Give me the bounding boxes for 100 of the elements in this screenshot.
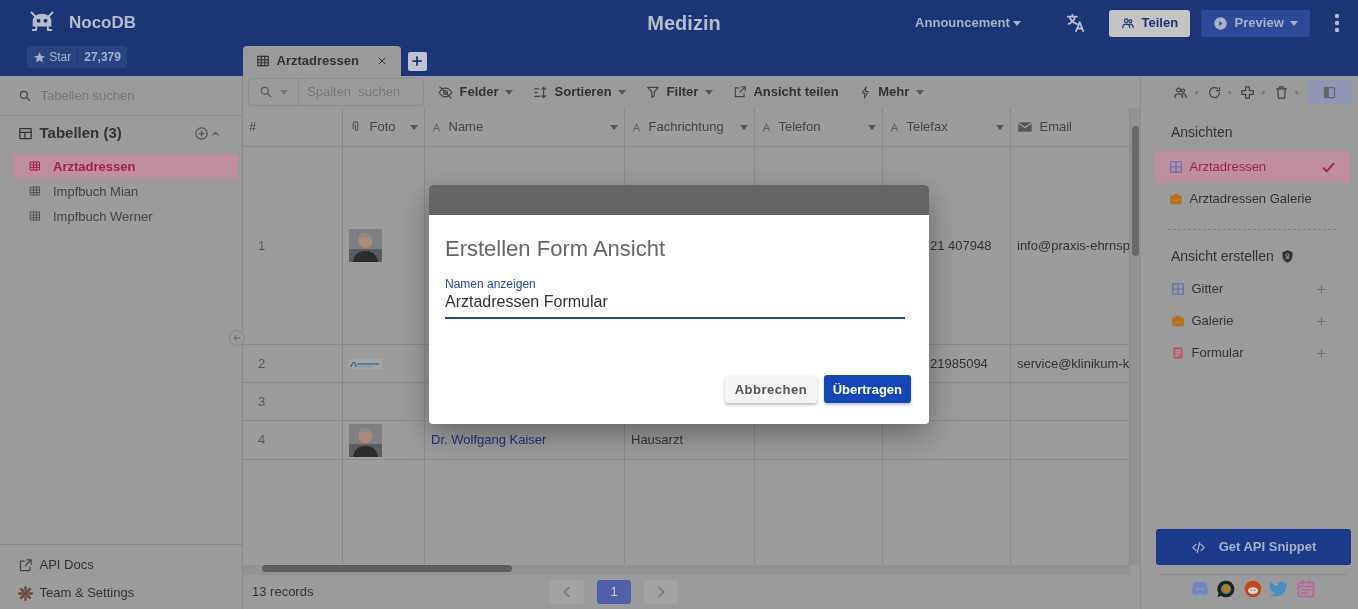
toolbar-icon-button[interactable]	[1206, 84, 1231, 100]
sidebar-link[interactable]: Team & Settings	[18, 579, 242, 607]
grid-icon	[1171, 282, 1185, 296]
grid-icon	[256, 54, 270, 68]
views-heading: Ansichten	[1170, 123, 1234, 142]
table-item[interactable]: Arztadressen	[13, 154, 238, 180]
preview-button[interactable]: Preview	[1201, 9, 1310, 37]
collapse-sidebar-button[interactable]	[229, 330, 245, 346]
close-icon	[376, 55, 388, 67]
column-header[interactable]: Fachrichtung	[631, 117, 734, 137]
scrollbar[interactable]	[1130, 108, 1140, 565]
panel-toggle-button[interactable]	[1307, 80, 1352, 104]
cancel-button[interactable]: Abbrechen	[724, 375, 818, 404]
toolbar-icon-button[interactable]	[1173, 84, 1198, 100]
refresh-icon	[1206, 84, 1222, 100]
reddit-icon	[1242, 579, 1263, 599]
scrollbar[interactable]	[243, 565, 1130, 575]
caret-icon	[279, 89, 288, 95]
plus-icon	[410, 54, 424, 68]
toolbar-button[interactable]: Mehr	[852, 82, 930, 102]
add-icon	[194, 126, 209, 141]
caret-icon	[1290, 20, 1298, 26]
grid-icon	[29, 160, 41, 173]
toolbar-button[interactable]: Ansicht teilen	[726, 82, 845, 102]
filter-icon	[646, 85, 661, 99]
text-icon	[631, 121, 642, 133]
toolbar-button[interactable]: Felder	[432, 82, 519, 102]
more-vertical-icon	[1334, 13, 1340, 33]
column-header[interactable]: Name	[431, 117, 604, 137]
table-cell-text: 21985094	[929, 354, 988, 373]
play-icon	[1213, 15, 1229, 31]
name-field[interactable]: Arztadressen Formular	[445, 293, 905, 320]
column-header[interactable]: Telefon	[761, 117, 862, 137]
table-cell-text: Dr. Wolfgang Kaiser	[431, 431, 547, 450]
table-cell-text: Hausarzt	[631, 431, 684, 450]
github-star-button[interactable]: Star 27,379	[27, 46, 127, 68]
grid-icon	[29, 185, 41, 198]
chat-bubble-icon	[1216, 579, 1236, 599]
row-number: 3	[257, 392, 266, 411]
view-item[interactable]: Arztadressen Galerie	[1155, 183, 1350, 215]
dialog-title: Erstellen Form Ansicht	[445, 235, 667, 263]
table-cell-text: service@klinikum-k	[1017, 354, 1129, 373]
table-cell-text: 21 407948	[929, 236, 992, 255]
create-view-item[interactable]: Formular	[1141, 337, 1358, 369]
create-view-item[interactable]: Galerie	[1141, 305, 1358, 337]
column-header[interactable]: Email	[1017, 117, 1123, 137]
cross-icon	[1240, 84, 1255, 100]
view-item[interactable]: Arztadressen	[1155, 151, 1350, 183]
table-icon	[18, 126, 33, 141]
toolbar-button[interactable]: Sortieren	[527, 82, 633, 102]
toolbar-icon-button[interactable]	[1273, 84, 1298, 100]
text-icon	[761, 121, 772, 133]
api-snippet-button[interactable]: Get API Snippet	[1156, 529, 1351, 565]
sidebar-link[interactable]: API Docs	[18, 551, 242, 579]
create-view-heading: Ansicht erstellen	[1171, 247, 1274, 266]
share-button[interactable]: Teilen	[1109, 9, 1191, 37]
table-cell-text: info@praxis-ehrnsp	[1017, 236, 1129, 255]
column-header[interactable]: Telefax	[889, 117, 990, 137]
toolbar-icon-button[interactable]	[1240, 84, 1265, 100]
column-header[interactable]: Foto	[349, 117, 404, 137]
people-icon	[1173, 84, 1188, 100]
bird-icon	[1269, 579, 1289, 599]
create-view-item[interactable]: Gitter	[1141, 273, 1358, 305]
grid-icon	[29, 210, 41, 223]
mail-icon	[1017, 119, 1033, 135]
page-button[interactable]: 1	[597, 580, 631, 604]
page-title: Medizin	[647, 11, 721, 36]
row-number: 2	[257, 354, 266, 373]
calendar-icon	[1295, 579, 1316, 599]
caret-icon	[1013, 20, 1021, 26]
table-item[interactable]: Impfbuch Werner	[13, 204, 238, 230]
panel-icon	[1322, 84, 1337, 100]
eye-off-icon	[438, 84, 453, 100]
submit-button[interactable]: Übertragen	[823, 375, 911, 404]
record-count: 13 records	[252, 583, 314, 602]
add-tab-button[interactable]	[407, 51, 427, 71]
translate-icon	[1065, 12, 1087, 34]
shield-icon	[1280, 249, 1296, 264]
plus-icon	[1315, 282, 1328, 296]
trash-icon	[1273, 84, 1289, 100]
table-item[interactable]: Impfbuch Mian	[13, 179, 238, 205]
sort-icon	[533, 84, 548, 100]
row-number: 4	[257, 431, 266, 450]
column-header[interactable]: #	[249, 117, 336, 137]
plus-icon	[1315, 346, 1328, 360]
field-label: Namen anzeigen	[445, 278, 537, 290]
app-name: NocoDB	[69, 12, 137, 35]
previous-page-button[interactable]	[550, 580, 584, 604]
form-icon	[1171, 346, 1185, 360]
announcement-button[interactable]: Announcement	[909, 12, 1027, 34]
tables-heading: Tabellen (3)	[39, 123, 123, 144]
gallery-icon	[1171, 314, 1185, 328]
text-icon	[431, 121, 442, 133]
next-page-button[interactable]	[644, 580, 678, 604]
table-tab[interactable]: Arztadressen	[243, 46, 401, 76]
grid-icon	[1169, 160, 1183, 174]
plus-icon	[1315, 314, 1328, 328]
star-icon	[33, 50, 46, 64]
add-table-button[interactable]	[194, 126, 209, 141]
toolbar-button[interactable]: Filter	[640, 82, 719, 102]
